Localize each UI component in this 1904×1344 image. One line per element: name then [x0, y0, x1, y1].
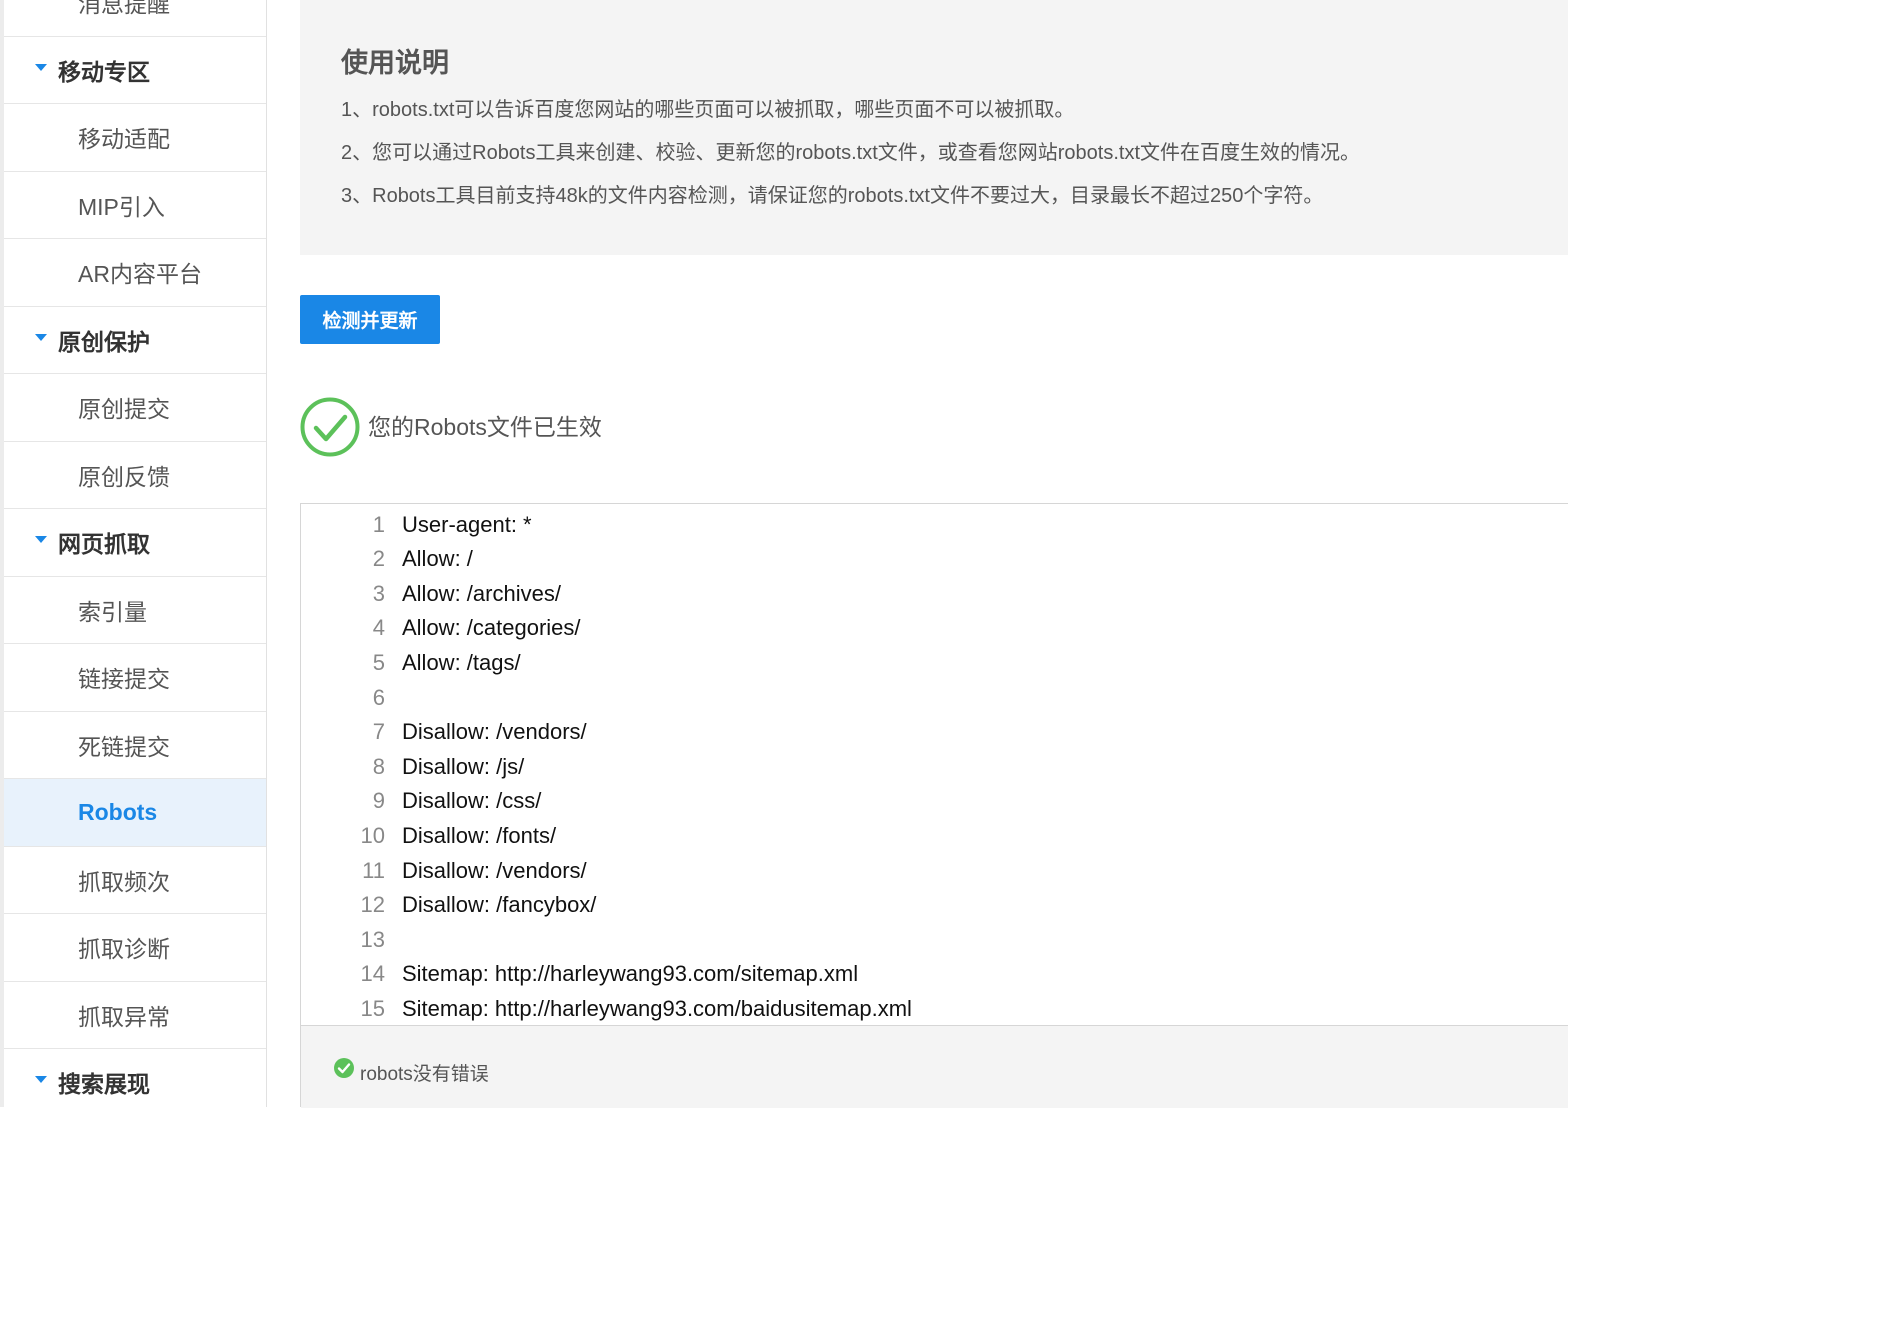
- sidebar-item-label: 抓取诊断: [78, 936, 170, 963]
- code-line: 3 Allow: /archives/: [301, 577, 1568, 612]
- line-number: 12: [360, 892, 385, 918]
- sidebar-item[interactable]: 索引量: [4, 577, 266, 644]
- sidebar-item[interactable]: AR内容平台: [4, 239, 266, 307]
- line-number: 15: [360, 995, 385, 1021]
- line-number: 7: [372, 719, 385, 745]
- line-text: Disallow: /fonts/: [402, 822, 557, 848]
- sidebar-item-label: MIP引入: [78, 193, 165, 220]
- code-line: 11 Disallow: /vendors/: [301, 854, 1568, 889]
- sidebar-item[interactable]: 原创提交: [4, 374, 266, 442]
- check-circle-icon: [300, 397, 360, 457]
- sidebar-nav: 消息提醒移动专区移动适配 MIP引入 AR内容平台原创保护原创提交原创反馈网页抓取索…: [0, 0, 267, 1107]
- line-number: 11: [362, 857, 385, 883]
- sidebar-item[interactable]: 消息提醒: [4, 0, 266, 37]
- validation-message: robots没有错误: [360, 1064, 489, 1085]
- line-number: 2: [372, 546, 385, 572]
- sidebar-item-label: 移动专区: [58, 58, 150, 85]
- main-content: 使用说明 1、robots.txt可以告诉百度您网站的哪些页面可以被抓取，哪些页…: [300, 0, 1568, 1108]
- sidebar-item[interactable]: 抓取频次: [4, 847, 266, 914]
- sidebar-item-label: 网页抓取: [58, 531, 150, 558]
- usage-title: 使用说明: [341, 48, 449, 78]
- sidebar-item[interactable]: MIP引入: [4, 172, 266, 239]
- code-line: 1 User-agent: *: [301, 508, 1568, 543]
- code-line: 14 Sitemap: http://harleywang93.com/sitem…: [301, 957, 1568, 992]
- line-text: Allow: /archives/: [402, 580, 561, 606]
- line-text: Disallow: /js/: [402, 753, 525, 779]
- caret-down-icon: [35, 333, 47, 341]
- sidebar-item[interactable]: 抓取诊断: [4, 914, 266, 982]
- code-line: 5 Allow: /tags/: [301, 646, 1568, 681]
- robots-content[interactable]: 1 User-agent: * 2 Allow: / 3 Allow: /archives…: [301, 504, 1568, 1026]
- code-line: 7 Disallow: /vendors/: [301, 715, 1568, 750]
- code-line: 12 Disallow: /fancybox/: [301, 888, 1568, 923]
- caret-down-icon: [35, 1076, 47, 1084]
- code-line: 6: [301, 681, 1568, 716]
- line-text: Disallow: /vendors/: [402, 719, 587, 745]
- line-number: 10: [360, 822, 385, 848]
- caret-down-icon: [35, 536, 47, 544]
- sidebar-item-label: Robots: [78, 798, 158, 825]
- sidebar-item-label: 抓取异常: [78, 1003, 170, 1030]
- robots-editor: 1 User-agent: * 2 Allow: / 3 Allow: /archives…: [300, 503, 1568, 1108]
- sidebar-item-label: 索引量: [78, 598, 147, 625]
- code-line: 4 Allow: /categories/: [301, 611, 1568, 646]
- sidebar-item-label: AR内容平台: [78, 261, 202, 288]
- line-number: 9: [372, 788, 385, 814]
- robots-status: 您的Robots文件已生效: [300, 397, 900, 457]
- line-number: 6: [372, 684, 385, 710]
- usage-line: 1、robots.txt可以告诉百度您网站的哪些页面可以被抓取，哪些页面不可以被…: [341, 99, 1075, 121]
- line-number: 5: [372, 649, 385, 675]
- line-text: Disallow: /css/: [402, 788, 542, 814]
- usage-instructions-panel: 使用说明 1、robots.txt可以告诉百度您网站的哪些页面可以被抓取，哪些页…: [300, 0, 1568, 255]
- usage-line: 2、您可以通过Robots工具来创建、校验、更新您的robots.txt文件，或…: [341, 142, 1361, 164]
- line-text: Allow: /: [402, 546, 473, 572]
- line-number: 8: [372, 753, 385, 779]
- code-line: 2 Allow: /: [301, 542, 1568, 577]
- line-text: User-agent: *: [402, 511, 532, 537]
- sidebar-item-label: 抓取频次: [78, 868, 170, 895]
- sidebar-group[interactable]: 移动专区: [4, 37, 266, 104]
- code-line: 8 Disallow: /js/: [301, 750, 1568, 785]
- sidebar-item[interactable]: 死链提交: [4, 712, 266, 779]
- sidebar-item-label: 链接提交: [78, 666, 170, 693]
- line-number: 14: [360, 961, 385, 987]
- sidebar-item[interactable]: Robots: [4, 779, 266, 847]
- line-text: Disallow: /fancybox/: [402, 892, 597, 918]
- code-line: 15 Sitemap: http://harleywang93.com/baidu…: [301, 992, 1568, 1027]
- sidebar-group[interactable]: 原创保护: [4, 307, 266, 374]
- sidebar-item-label: 原创提交: [78, 396, 170, 423]
- line-number: 1: [372, 511, 385, 537]
- sidebar-item-label: 原创反馈: [78, 463, 170, 490]
- sidebar-group[interactable]: 网页抓取: [4, 509, 266, 577]
- line-text: Allow: /categories/: [402, 615, 581, 641]
- status-message: 您的Robots文件已生效: [368, 414, 602, 440]
- sidebar-menu: 消息提醒移动专区移动适配 MIP引入 AR内容平台原创保护原创提交原创反馈网页抓取索…: [4, 0, 266, 1107]
- sidebar-group[interactable]: 搜索展现: [4, 1049, 266, 1107]
- validation-bar: robots没有错误: [301, 1026, 1568, 1108]
- validation-status: robots没有错误: [334, 1057, 734, 1085]
- line-text: Sitemap: http://harleywang93.com/sitemap…: [402, 961, 859, 987]
- sidebar-item-label: 原创保护: [58, 328, 150, 355]
- sidebar-item[interactable]: 抓取异常: [4, 982, 266, 1049]
- code-line: 13: [301, 923, 1568, 958]
- sidebar-item-label: 搜索展现: [58, 1071, 150, 1098]
- line-number: 13: [360, 926, 385, 952]
- line-number: 3: [372, 580, 385, 606]
- sidebar-item-label: 移动适配: [78, 126, 170, 153]
- code-line: 10 Disallow: /fonts/: [301, 819, 1568, 854]
- sidebar-item[interactable]: 链接提交: [4, 644, 266, 712]
- caret-down-icon: [35, 63, 47, 71]
- sidebar-item[interactable]: 移动适配: [4, 104, 266, 172]
- check-and-update-button[interactable]: 检测并更新: [300, 295, 440, 344]
- line-text: Sitemap: http://harleywang93.com/baidusi…: [402, 995, 912, 1021]
- line-text: Disallow: /vendors/: [402, 857, 587, 883]
- usage-line: 3、Robots工具目前支持48k的文件内容检测，请保证您的robots.txt…: [341, 185, 1324, 207]
- code-line: 9 Disallow: /css/: [301, 784, 1568, 819]
- line-text: Allow: /tags/: [402, 649, 521, 675]
- check-badge-icon: [334, 1058, 354, 1078]
- sidebar-item[interactable]: 原创反馈: [4, 442, 266, 509]
- sidebar-item-label: 死链提交: [78, 733, 170, 760]
- line-number: 4: [372, 615, 385, 641]
- sidebar-item-label: 消息提醒: [78, 0, 170, 18]
